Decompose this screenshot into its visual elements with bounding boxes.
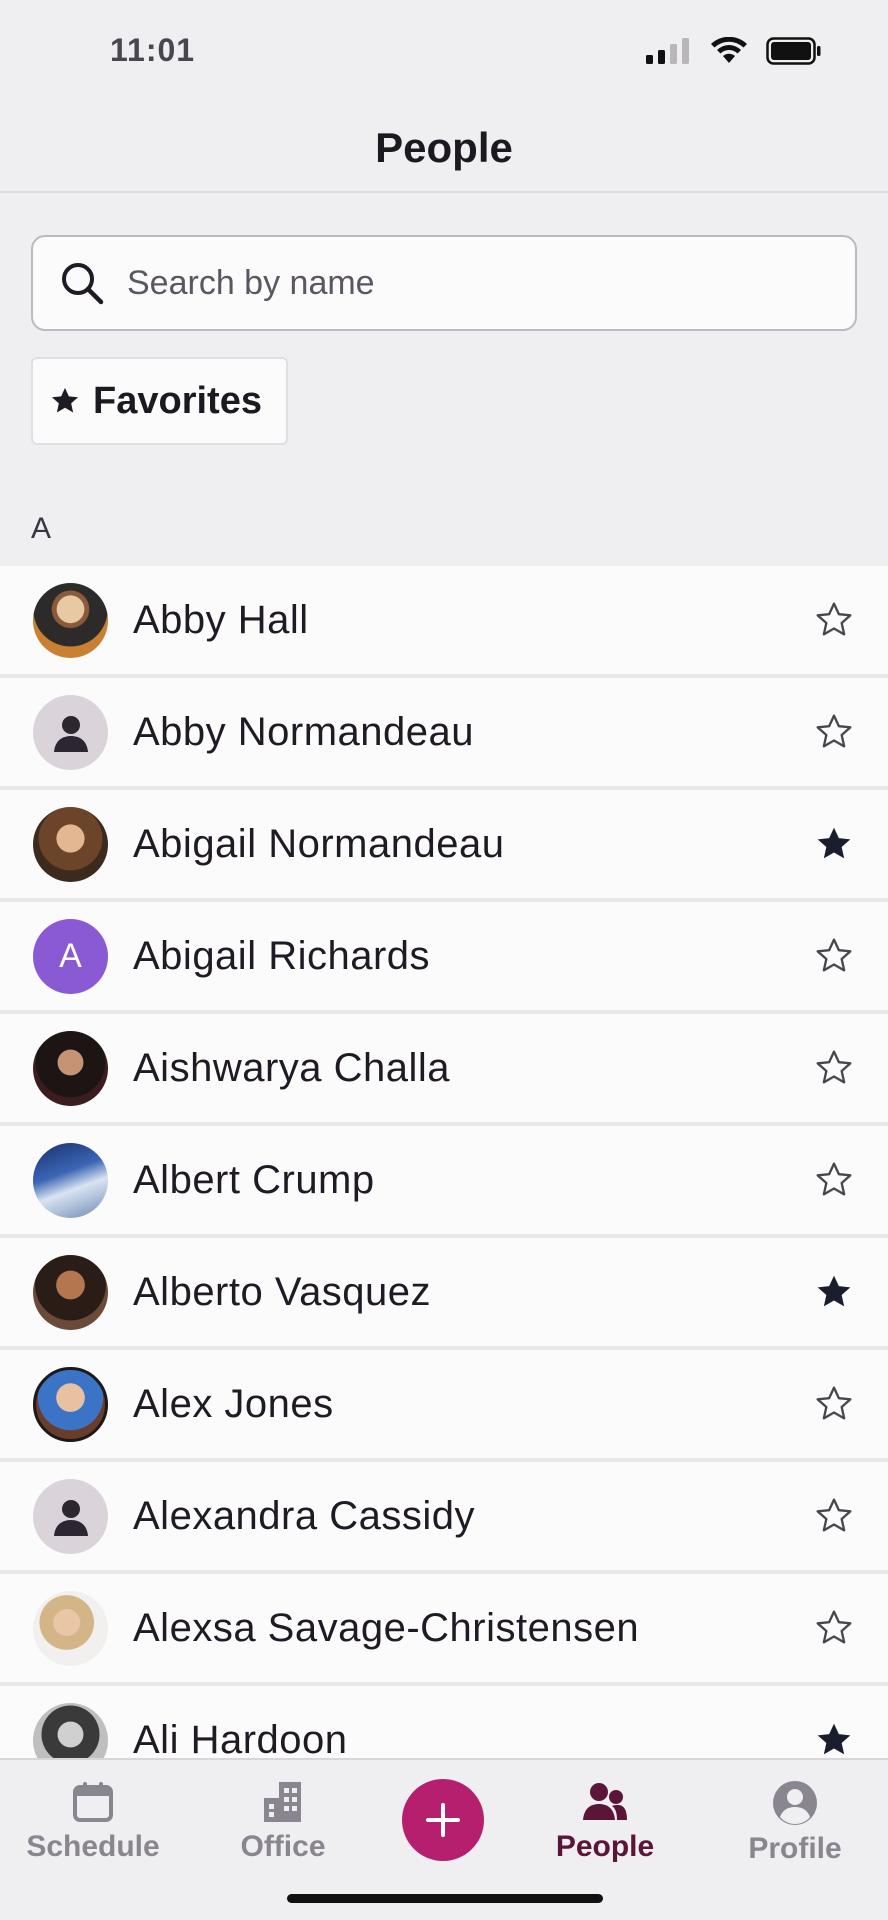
star-filled-icon[interactable] (814, 1720, 854, 1758)
person-silhouette-icon (53, 716, 88, 752)
favorites-filter-button[interactable]: Favorites (31, 357, 288, 445)
cellular-signal-icon (646, 38, 689, 64)
star-outline-icon[interactable] (814, 1384, 854, 1424)
tab-label: Schedule (26, 1830, 160, 1863)
person-name: Aishwarya Challa (133, 1045, 451, 1090)
add-button[interactable] (402, 1779, 484, 1861)
person-name: Alexandra Cassidy (133, 1493, 475, 1538)
star-outline-icon[interactable] (814, 600, 854, 640)
search-box[interactable] (31, 235, 857, 331)
search-input[interactable] (127, 263, 827, 303)
person-name: Alexsa Savage-Christensen (133, 1605, 640, 1650)
list-item[interactable]: Albert Crump (0, 1126, 888, 1238)
person-silhouette-icon (53, 1500, 88, 1536)
star-outline-icon[interactable] (814, 1496, 854, 1536)
tab-label: People (555, 1830, 655, 1863)
tab-profile[interactable]: Profile (710, 1780, 880, 1880)
avatar (33, 1590, 108, 1666)
list-item[interactable]: Alex Jones (0, 1350, 888, 1462)
avatar (33, 1142, 108, 1218)
search-icon (62, 263, 104, 305)
person-name: Ali Hardoon (133, 1717, 348, 1759)
status-icons (646, 36, 822, 66)
avatar (33, 1366, 108, 1442)
star-filled-icon[interactable] (814, 1272, 854, 1312)
tab-label: Office (240, 1830, 326, 1863)
person-name: Abby Hall (133, 597, 309, 642)
person-name: Alberto Vasquez (133, 1269, 432, 1314)
star-outline-icon[interactable] (814, 1160, 854, 1200)
list-item[interactable]: Alberto Vasquez (0, 1238, 888, 1350)
list-item[interactable]: Abigail Normandeau (0, 790, 888, 902)
avatar (33, 1030, 108, 1106)
avatar (33, 1702, 108, 1758)
star-filled-icon[interactable] (814, 824, 854, 864)
person-name: Abby Normandeau (133, 709, 475, 754)
star-outline-icon[interactable] (814, 1608, 854, 1648)
home-indicator (287, 1894, 603, 1903)
page-title: People (375, 124, 513, 171)
user-circle-icon (773, 1781, 817, 1825)
avatar (33, 694, 108, 770)
person-name: Alex Jones (133, 1381, 334, 1426)
star-filled-icon (51, 387, 79, 413)
wifi-icon (711, 37, 747, 63)
people-icon (583, 1783, 627, 1820)
person-name: Abigail Richards (133, 933, 431, 978)
status-time: 11:01 (110, 32, 196, 68)
building-icon (264, 1782, 301, 1822)
nav-header: People (0, 105, 888, 193)
avatar (33, 1254, 108, 1330)
tab-office[interactable]: Office (198, 1780, 368, 1880)
person-name: Abigail Normandeau (133, 821, 505, 866)
avatar (33, 582, 108, 658)
favorites-filter-label: Favorites (93, 379, 262, 422)
star-outline-icon[interactable] (814, 712, 854, 752)
avatar: A (33, 918, 108, 994)
list-item[interactable]: Abby Hall (0, 566, 888, 678)
list-item[interactable]: Aishwarya Challa (0, 1014, 888, 1126)
tab-people[interactable]: People (520, 1780, 690, 1880)
avatar (33, 806, 108, 882)
list-item[interactable]: Alexandra Cassidy (0, 1462, 888, 1574)
star-outline-icon[interactable] (814, 936, 854, 976)
tab-schedule[interactable]: Schedule (8, 1780, 178, 1880)
list-item[interactable]: Ali Hardoon (0, 1686, 888, 1758)
person-name: Albert Crump (133, 1157, 375, 1202)
star-outline-icon[interactable] (814, 1048, 854, 1088)
calendar-icon (73, 1782, 113, 1822)
status-bar: 11:01 (0, 0, 888, 105)
list-item[interactable]: Alexsa Savage-Christensen (0, 1574, 888, 1686)
people-list[interactable]: Abby Hall Abby Normandeau Abigail Norman… (0, 566, 888, 1758)
plus-icon (426, 1803, 460, 1837)
avatar (33, 1478, 108, 1554)
list-item[interactable]: Abby Normandeau (0, 678, 888, 790)
tab-label: Profile (748, 1832, 842, 1865)
section-header-letter: A (31, 512, 52, 545)
battery-icon (766, 37, 821, 65)
list-item[interactable]: A Abigail Richards (0, 902, 888, 1014)
